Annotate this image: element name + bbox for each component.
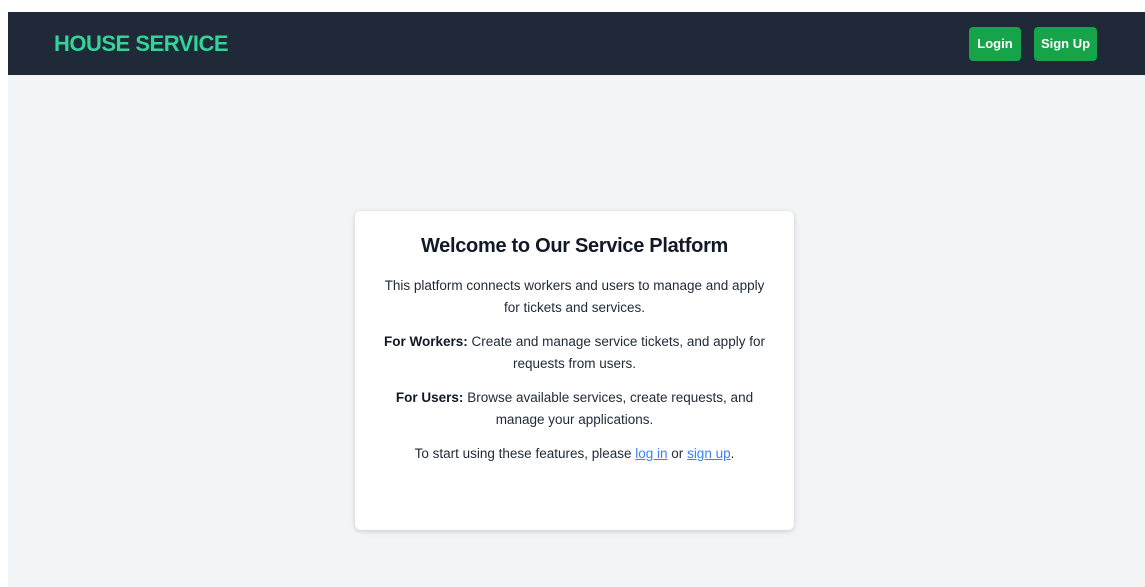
intro-text: This platform connects workers and users… [384, 278, 765, 315]
cta-or: or [667, 446, 688, 461]
signup-link[interactable]: sign up [687, 446, 731, 461]
users-paragraph: For Users: Browse available services, cr… [371, 387, 778, 431]
login-link[interactable]: log in [635, 446, 667, 461]
navbar: HOUSE SERVICE Login Sign Up [8, 12, 1145, 75]
page-frame: HOUSE SERVICE Login Sign Up Welcome to O… [8, 12, 1145, 587]
signup-button[interactable]: Sign Up [1034, 27, 1097, 61]
login-button[interactable]: Login [969, 27, 1021, 61]
welcome-title: Welcome to Our Service Platform [420, 235, 729, 257]
brand-logo[interactable]: HOUSE SERVICE [54, 31, 229, 57]
cta-suffix: . [730, 446, 735, 461]
workers-label: For Workers: [384, 334, 468, 349]
welcome-card: Welcome to Our Service Platform This pla… [355, 211, 794, 530]
users-text: Browse available services, create reques… [463, 390, 754, 427]
workers-paragraph: For Workers: Create and manage service t… [371, 331, 778, 375]
workers-text: Create and manage service tickets, and a… [467, 334, 765, 371]
users-label: For Users: [395, 390, 464, 405]
cta-paragraph: To start using these features, please lo… [371, 443, 778, 465]
cta-prefix: To start using these features, please [414, 446, 636, 461]
